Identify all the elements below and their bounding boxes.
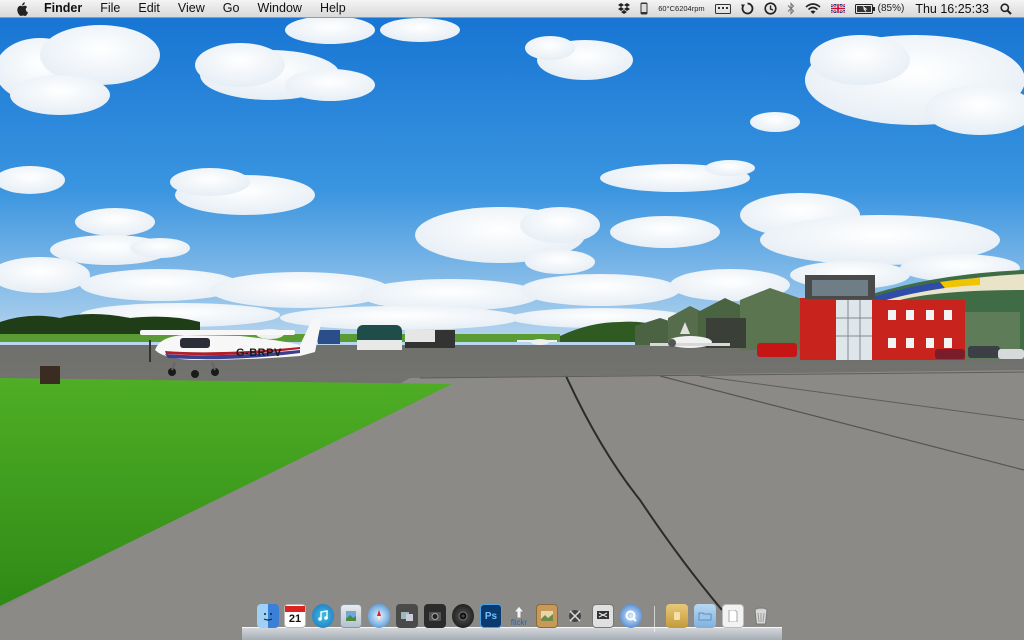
menu-bar: Finder File Edit View Go Window Help 60°… xyxy=(0,0,1024,18)
menubar-clock[interactable]: Thu 16:25:33 xyxy=(915,2,989,16)
marker-box xyxy=(40,366,60,384)
quicktime-icon[interactable] xyxy=(620,604,642,628)
wifi-icon[interactable] xyxy=(805,0,821,17)
menu-help[interactable]: Help xyxy=(311,0,355,17)
menu-view[interactable]: View xyxy=(169,0,214,17)
ical-icon[interactable]: 21 xyxy=(284,604,306,628)
dock-separator xyxy=(654,606,655,632)
battery-percent: (85%) xyxy=(877,3,905,14)
dropbox-icon[interactable] xyxy=(618,0,631,17)
phone-icon[interactable] xyxy=(640,0,648,17)
photoshop-label: Ps xyxy=(484,610,498,622)
dock: 21 Ps flickr xyxy=(242,600,782,640)
uk-flag-icon[interactable] xyxy=(830,0,845,17)
iphoto-icon[interactable] xyxy=(424,604,446,628)
keyboard-icon[interactable] xyxy=(714,0,731,17)
flickr-label: flickr xyxy=(510,617,528,627)
menu-extras: 60°C 6204rpm (85%) Thu 16:25:33 xyxy=(613,0,1024,17)
aircraft-registration: G-BRPV xyxy=(236,347,282,359)
spotlight-icon[interactable] xyxy=(1000,0,1012,17)
desktop-wallpaper: G-BRPV xyxy=(0,0,1024,640)
dock-shelf xyxy=(242,627,782,640)
screen-sharing-icon[interactable] xyxy=(592,604,614,628)
applications-folder-icon[interactable] xyxy=(666,604,688,628)
menu-file[interactable]: File xyxy=(91,0,129,17)
itunes-icon[interactable] xyxy=(312,604,334,628)
airfield-scene xyxy=(0,0,1024,640)
speaker-icon[interactable] xyxy=(452,604,474,628)
bluetooth-icon[interactable] xyxy=(787,0,795,17)
menu-go[interactable]: Go xyxy=(214,0,249,17)
time-machine-icon[interactable] xyxy=(764,0,777,17)
image-capture-icon[interactable] xyxy=(536,604,558,628)
battery-icon xyxy=(854,3,875,14)
menu-edit[interactable]: Edit xyxy=(129,0,169,17)
cpu-temperature-monitor[interactable]: 60°C 6204rpm xyxy=(658,0,704,17)
menu-app-finder[interactable]: Finder xyxy=(38,0,91,17)
preview-icon[interactable] xyxy=(340,604,362,628)
calendar-day: 21 xyxy=(288,613,302,625)
flickr-uploader-icon[interactable]: flickr xyxy=(508,604,530,628)
documents-folder-icon[interactable] xyxy=(694,604,716,628)
dashboard-icon[interactable] xyxy=(564,604,586,628)
menu-window[interactable]: Window xyxy=(248,0,310,17)
photoshop-icon[interactable]: Ps xyxy=(480,604,502,628)
battery-status[interactable]: (85%) xyxy=(854,0,905,17)
downloads-icon[interactable] xyxy=(722,604,744,628)
cpu-temperature: 60°C xyxy=(658,3,676,13)
migration-icon[interactable] xyxy=(396,604,418,628)
apple-logo-icon[interactable] xyxy=(14,0,30,17)
sync-icon[interactable] xyxy=(740,0,754,17)
safari-icon[interactable] xyxy=(368,604,390,628)
finder-icon[interactable] xyxy=(257,604,279,628)
fan-speed: 6204rpm xyxy=(675,3,705,13)
trash-icon[interactable] xyxy=(750,604,772,628)
